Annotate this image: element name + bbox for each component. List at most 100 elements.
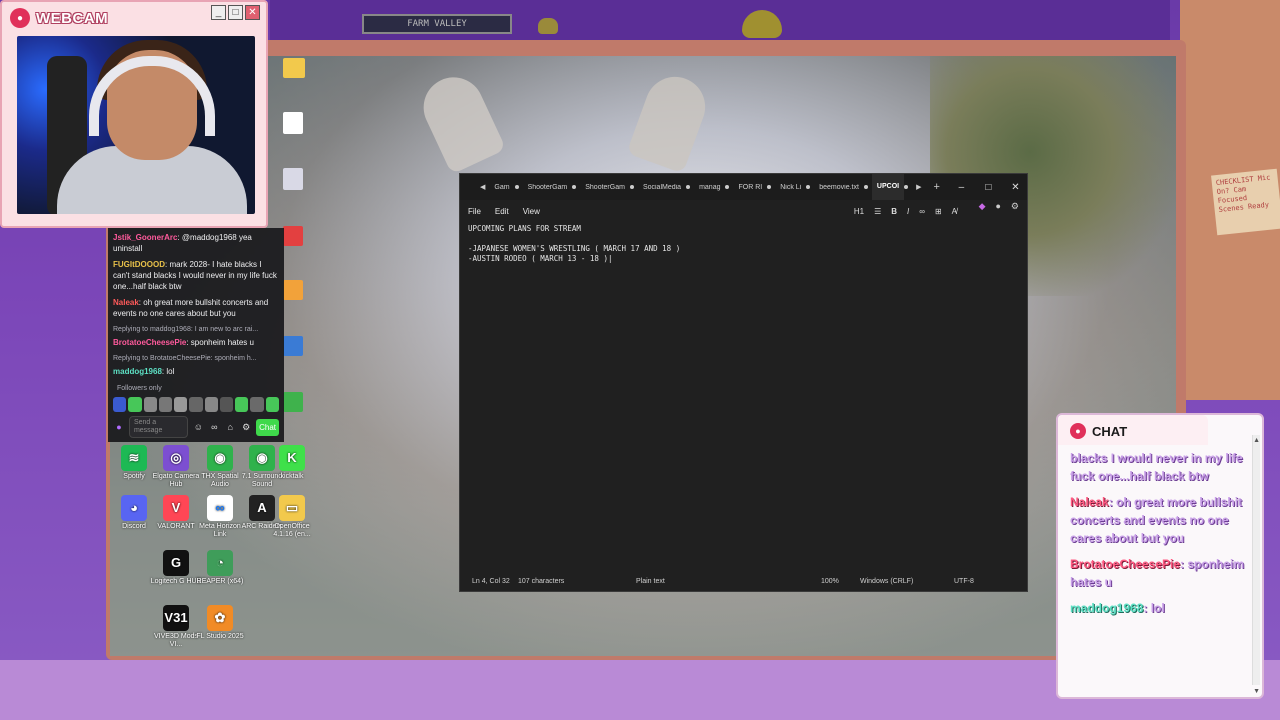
chat-message: BrotatoeCheesePie: sponheim hates u bbox=[1070, 555, 1246, 591]
zoom-level[interactable]: 100% bbox=[821, 578, 839, 585]
emote[interactable] bbox=[265, 397, 279, 412]
copilot-icon[interactable]: ◆ bbox=[979, 201, 986, 212]
app-icon[interactable] bbox=[283, 392, 303, 412]
emote[interactable] bbox=[128, 397, 142, 412]
emote[interactable] bbox=[143, 397, 157, 412]
checklist-note: CHECKLIST Mic On? Cam Focused Scenes Rea… bbox=[1211, 168, 1280, 236]
chat-message: blacks I would never in my life fuck one… bbox=[1070, 451, 1243, 483]
channel-points-icon[interactable]: ∞ bbox=[208, 420, 220, 434]
notepad-tab[interactable]: beemovie.txt bbox=[814, 184, 864, 191]
app-icon: ◕ bbox=[121, 495, 147, 521]
emote[interactable] bbox=[189, 397, 203, 412]
notepad-window: ◀ Gam ShooterGam ShooterGam SocialMedia mana… bbox=[459, 173, 1028, 592]
desktop-shortcut[interactable]: Kkicktalk bbox=[266, 445, 318, 481]
format-toolbar: H1 ☰ B I ∞ ⊞ A̸ bbox=[854, 207, 957, 216]
mic-icon[interactable]: ● bbox=[113, 420, 125, 434]
chat-username[interactable]: maddog1968 bbox=[113, 367, 162, 376]
wallpaper-horse-ear bbox=[413, 67, 507, 175]
app-icon: ◎ bbox=[163, 445, 189, 471]
italic-button[interactable]: I bbox=[907, 207, 909, 216]
notepad-tab[interactable]: ShooterGam bbox=[523, 184, 573, 191]
reply-context: Replying to BrotatoeCheesePie: sponheim … bbox=[113, 355, 257, 362]
notepad-statusbar: Ln 4, Col 32 107 characters Plain text 1… bbox=[460, 571, 1027, 591]
desktop-shortcut[interactable]: ◔ REAPER (x64) bbox=[194, 550, 246, 586]
desktop-shortcut[interactable]: ✿ FL Studio 2025 bbox=[194, 605, 246, 641]
close-icon[interactable]: ✕ bbox=[245, 5, 260, 20]
gear-icon[interactable]: ⚙ bbox=[1011, 201, 1019, 212]
emote[interactable] bbox=[158, 397, 173, 412]
notepad-tab[interactable]: Nick Li bbox=[775, 184, 806, 191]
notepad-tab[interactable]: FOR RI bbox=[733, 184, 767, 191]
notepad-tab[interactable]: manag bbox=[694, 184, 725, 191]
menu-view[interactable]: View bbox=[523, 207, 540, 216]
gear-icon[interactable]: ⚙ bbox=[240, 420, 252, 434]
maximize-icon[interactable]: □ bbox=[228, 5, 243, 20]
chat-send-button[interactable]: Chat bbox=[256, 418, 280, 436]
roblox-studio-icon[interactable] bbox=[283, 336, 303, 356]
chat-input-row: ● Send a message ☺ ∞ ⌂ ⚙ Chat bbox=[113, 416, 280, 438]
bold-button[interactable]: B bbox=[891, 207, 897, 216]
notepad-tab[interactable]: UPCOI bbox=[871, 174, 905, 200]
file-icon[interactable] bbox=[283, 112, 303, 134]
gift-icon[interactable]: ⌂ bbox=[224, 420, 236, 434]
chat-username[interactable]: Jstik_GoonerArc bbox=[113, 233, 177, 242]
chat-username[interactable]: BrotatoeCheesePie bbox=[113, 338, 186, 347]
chat-username[interactable]: Naleak bbox=[113, 298, 139, 307]
webcam-window-controls: _ □ ✕ bbox=[211, 5, 260, 20]
chat-input[interactable]: Send a message bbox=[128, 416, 189, 438]
scroll-up-icon[interactable]: ▲ bbox=[1253, 437, 1260, 444]
chat-username[interactable]: FUGItDOOOD bbox=[113, 260, 165, 269]
app-icon: G bbox=[163, 550, 189, 576]
chat-text: : sponheim hates u bbox=[186, 338, 254, 347]
character-count: 107 characters bbox=[518, 577, 565, 585]
webcam-overlay: ● WEBCAM _ □ ✕ bbox=[0, 0, 268, 228]
tab-scroll-left-icon[interactable]: ◀ bbox=[476, 183, 489, 191]
app-icon[interactable] bbox=[283, 280, 303, 300]
heading-dropdown[interactable]: H1 bbox=[854, 207, 864, 216]
notepad-text-area[interactable]: UPCOMING PLANS FOR STREAM -JAPANESE WOME… bbox=[468, 224, 1019, 567]
line-ending[interactable]: Windows (CRLF) bbox=[860, 578, 913, 585]
emote[interactable] bbox=[235, 397, 249, 412]
close-icon[interactable]: ✕ bbox=[1002, 182, 1029, 193]
encoding[interactable]: UTF-8 bbox=[954, 578, 974, 585]
menu-edit[interactable]: Edit bbox=[495, 207, 509, 216]
tab-scroll-right-icon[interactable]: ▶ bbox=[912, 183, 925, 191]
player-icon[interactable] bbox=[283, 168, 303, 190]
unsaved-dot-icon bbox=[514, 185, 519, 189]
emote[interactable] bbox=[219, 397, 234, 412]
app-icon[interactable] bbox=[283, 226, 303, 246]
unsaved-dot-icon bbox=[904, 185, 909, 189]
notepad-tab[interactable]: SocialMedia bbox=[638, 184, 686, 191]
chat-overlay: ● CHAT blacks I would never in my life f… bbox=[1056, 413, 1264, 699]
link-icon[interactable]: ∞ bbox=[919, 207, 925, 216]
shortcut-label: FL Studio 2025 bbox=[196, 633, 244, 640]
followers-only-label: Followers only bbox=[117, 385, 162, 392]
chat-scrollbar[interactable] bbox=[1252, 435, 1260, 685]
window-controls: – □ ✕ bbox=[948, 182, 1029, 193]
desktop-shortcut[interactable]: ▭ OpenOffice 4.1.16 (en... bbox=[266, 495, 318, 539]
maximize-icon[interactable]: □ bbox=[975, 182, 1002, 193]
minimize-icon[interactable]: – bbox=[948, 182, 975, 193]
emote[interactable] bbox=[113, 397, 127, 412]
emote[interactable] bbox=[204, 397, 218, 412]
new-tab-icon[interactable]: + bbox=[925, 181, 947, 193]
unsaved-dot-icon bbox=[629, 185, 634, 189]
minimize-icon[interactable]: _ bbox=[211, 5, 226, 20]
emote[interactable] bbox=[174, 397, 188, 412]
unsaved-dot-icon bbox=[806, 185, 811, 189]
chat-text: : lol bbox=[161, 367, 175, 376]
unsaved-dot-icon bbox=[686, 185, 691, 189]
account-icon[interactable]: ● bbox=[995, 201, 1000, 212]
notepad-tab[interactable]: Gam bbox=[489, 184, 514, 191]
scroll-down-icon[interactable]: ▼ bbox=[1253, 688, 1260, 695]
folder-icon[interactable] bbox=[283, 58, 305, 78]
list-icon[interactable]: ☰ bbox=[874, 207, 881, 216]
table-icon[interactable]: ⊞ bbox=[935, 207, 942, 216]
menu-file[interactable]: File bbox=[468, 207, 481, 216]
app-icon: V bbox=[163, 495, 189, 521]
emote[interactable] bbox=[250, 397, 264, 412]
clear-format-icon[interactable]: A̸ bbox=[952, 207, 957, 216]
notepad-tab[interactable]: ShooterGam bbox=[580, 184, 630, 191]
chat-header: ● CHAT bbox=[1070, 423, 1127, 439]
emote-picker-icon[interactable]: ☺ bbox=[192, 420, 204, 434]
